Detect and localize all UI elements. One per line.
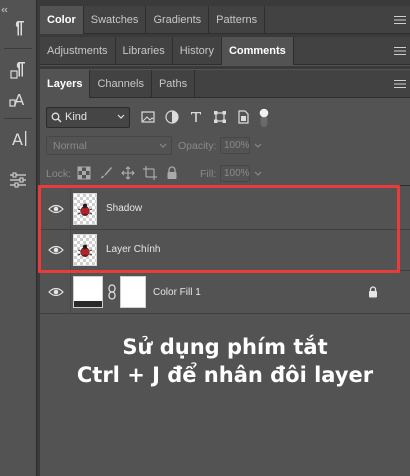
highlight-box xyxy=(38,185,400,273)
fill-field[interactable]: 100% xyxy=(220,165,250,182)
layer-filter-row: Kind xyxy=(40,100,410,133)
caption-line-1: Sử dụng phím tắt xyxy=(122,335,328,359)
search-icon xyxy=(51,112,62,123)
adjustment-layer-filter-icon[interactable] xyxy=(164,109,180,125)
lock-all-icon[interactable] xyxy=(165,166,179,180)
pixel-layer-filter-icon[interactable] xyxy=(140,109,156,125)
paragraph-styles-icon[interactable] xyxy=(5,58,31,82)
lock-row: Lock: Fill: 100% xyxy=(40,161,410,185)
chevron-down-icon xyxy=(117,114,125,119)
tab-layers[interactable]: Layers xyxy=(40,70,91,98)
tab-row-adjustments: Adjustments Libraries History Comments xyxy=(40,37,410,65)
panel-menu-icon[interactable] xyxy=(390,6,410,34)
tab-history[interactable]: History xyxy=(173,37,222,65)
mask-thumbnail[interactable] xyxy=(120,276,146,308)
svg-text:A: A xyxy=(14,91,25,109)
panel-menu-icon[interactable] xyxy=(390,37,410,65)
fill-dropdown[interactable] xyxy=(252,165,264,182)
tab-libraries[interactable]: Libraries xyxy=(116,37,173,65)
visibility-eye-icon[interactable] xyxy=(48,285,64,299)
link-chain-icon[interactable] xyxy=(108,284,116,300)
blend-mode-value: Normal xyxy=(53,140,87,152)
layer-name[interactable]: Color Fill 1 xyxy=(153,287,201,298)
layer-row-color-fill[interactable]: Color Fill 1 xyxy=(40,271,410,314)
filter-kind-label: Kind xyxy=(65,111,88,123)
opacity-dropdown[interactable] xyxy=(252,137,264,154)
collapse-toggle[interactable] xyxy=(0,0,37,13)
lock-position-icon[interactable] xyxy=(121,166,135,180)
character-styles-icon[interactable]: A xyxy=(5,86,31,110)
lock-icon xyxy=(369,286,377,298)
tab-row-layers: Layers Channels Paths xyxy=(40,70,410,98)
tab-paths[interactable]: Paths xyxy=(152,70,196,98)
tab-row-color: Color Swatches Gradients Patterns xyxy=(40,6,410,34)
fill-value: 100% xyxy=(224,168,250,179)
smart-object-filter-icon[interactable] xyxy=(235,109,251,125)
opacity-label: Opacity: xyxy=(178,140,217,152)
blend-mode-select[interactable]: Normal xyxy=(46,136,172,155)
chevron-down-icon xyxy=(159,143,167,148)
properties-sliders-icon[interactable] xyxy=(5,168,31,192)
tool-strip: A A xyxy=(0,0,37,476)
caption-line-2: Ctrl + J để nhân đôi layer xyxy=(76,363,374,387)
tutorial-caption: Sử dụng phím tắt Ctrl + J để nhân đôi la… xyxy=(40,333,410,389)
paragraph-icon[interactable] xyxy=(5,16,31,40)
lock-image-pixels-icon[interactable] xyxy=(99,166,113,180)
filter-kind-select[interactable]: Kind xyxy=(46,107,130,128)
panel-menu-icon[interactable] xyxy=(390,70,410,98)
svg-text:A: A xyxy=(12,130,23,149)
filter-toggle-icon[interactable] xyxy=(259,108,269,128)
fill-label: Fill: xyxy=(200,168,217,180)
tab-channels[interactable]: Channels xyxy=(90,70,152,98)
blend-row: Normal Opacity: 100% xyxy=(40,134,410,158)
tab-gradients[interactable]: Gradients xyxy=(146,6,210,34)
opacity-value: 100% xyxy=(224,140,250,151)
tab-swatches[interactable]: Swatches xyxy=(84,6,147,34)
character-icon[interactable]: A xyxy=(5,126,31,150)
shape-layer-filter-icon[interactable] xyxy=(212,109,228,125)
lock-label: Lock: xyxy=(46,168,72,180)
tab-comments[interactable]: Comments xyxy=(221,37,294,65)
fill-thumbnail[interactable] xyxy=(73,276,103,308)
lock-artboard-icon[interactable] xyxy=(143,166,157,180)
tab-adjustments[interactable]: Adjustments xyxy=(40,37,116,65)
tab-patterns[interactable]: Patterns xyxy=(209,6,266,34)
opacity-field[interactable]: 100% xyxy=(220,137,250,154)
lock-transparent-pixels-icon[interactable] xyxy=(77,166,91,180)
tab-color[interactable]: Color xyxy=(40,6,84,34)
type-layer-filter-icon[interactable] xyxy=(188,109,204,125)
